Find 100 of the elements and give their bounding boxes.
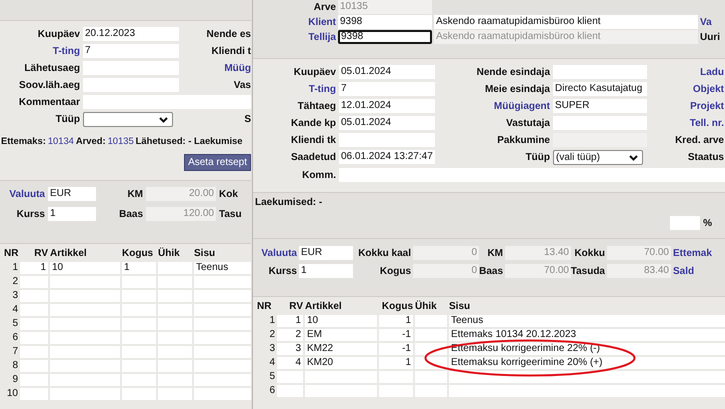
text-field[interactable] xyxy=(339,168,725,182)
table-cell[interactable] xyxy=(277,371,303,383)
table-cell[interactable] xyxy=(20,318,48,330)
table-cell[interactable] xyxy=(122,290,156,302)
field-link[interactable]: Sald xyxy=(673,264,694,278)
table-cell[interactable]: 2 xyxy=(277,329,303,341)
table-cell[interactable] xyxy=(20,388,48,400)
field-link[interactable]: Va xyxy=(700,16,712,28)
table-cell[interactable]: 3 xyxy=(277,343,303,355)
table-cell[interactable]: 4 xyxy=(277,357,303,369)
table-cell[interactable] xyxy=(50,318,120,330)
table-cell[interactable] xyxy=(415,315,447,327)
field-link[interactable]: T-ting xyxy=(308,82,336,96)
field-link[interactable]: Ettemak xyxy=(673,246,712,260)
table-cell[interactable] xyxy=(158,346,192,358)
text-field[interactable]: EUR xyxy=(299,246,353,260)
table-cell[interactable]: 10 xyxy=(50,262,120,274)
table-cell[interactable] xyxy=(305,385,377,397)
table-cell[interactable] xyxy=(50,360,120,372)
table-cell[interactable]: 1 xyxy=(277,315,303,327)
table-cell[interactable] xyxy=(50,346,120,358)
table-cell[interactable] xyxy=(158,276,192,288)
field-link[interactable]: Valuuta xyxy=(9,188,45,200)
text-field[interactable]: 20.12.2023 xyxy=(83,27,179,41)
field-link[interactable]: Müüg xyxy=(224,62,251,74)
table-cell[interactable] xyxy=(415,329,447,341)
table-cell[interactable]: KM22 xyxy=(305,343,377,355)
table-cell[interactable]: 10 xyxy=(305,315,377,327)
field-link[interactable]: Müügiagent xyxy=(494,100,550,112)
field-link[interactable]: Valuuta xyxy=(261,246,297,260)
text-field[interactable]: SUPER xyxy=(553,99,647,113)
table-cell[interactable] xyxy=(158,374,192,386)
table-cell[interactable] xyxy=(158,388,192,400)
table-cell[interactable] xyxy=(50,276,120,288)
dropdown[interactable] xyxy=(83,112,173,127)
table-cell[interactable] xyxy=(449,371,725,383)
field-link[interactable]: Objekt xyxy=(692,82,725,96)
table-cell[interactable] xyxy=(194,304,251,316)
table-cell[interactable] xyxy=(379,371,413,383)
table-cell[interactable] xyxy=(194,276,251,288)
table-cell[interactable] xyxy=(50,332,120,344)
table-cell[interactable] xyxy=(50,290,120,302)
table-cell[interactable] xyxy=(20,332,48,344)
table-cell[interactable] xyxy=(277,385,303,397)
table-cell[interactable] xyxy=(122,360,156,372)
table-cell[interactable]: Ettemaks 10134 20.12.2023 xyxy=(449,329,725,341)
table-cell[interactable] xyxy=(194,346,251,358)
table-cell[interactable] xyxy=(122,304,156,316)
text-field[interactable] xyxy=(553,65,647,79)
table-cell[interactable] xyxy=(20,346,48,358)
table-cell[interactable] xyxy=(50,374,120,386)
text-field[interactable]: 7 xyxy=(83,44,179,58)
table-cell[interactable] xyxy=(20,374,48,386)
table-cell[interactable] xyxy=(415,371,447,383)
text-field[interactable] xyxy=(83,95,251,109)
text-field[interactable]: 1 xyxy=(48,207,96,221)
table-cell[interactable] xyxy=(122,388,156,400)
text-field[interactable]: 9398 xyxy=(338,15,432,29)
text-field[interactable]: 12.01.2024 xyxy=(339,99,435,113)
table-cell[interactable] xyxy=(194,360,251,372)
table-cell[interactable] xyxy=(194,374,251,386)
table-cell[interactable]: 1 xyxy=(379,315,413,327)
text-field[interactable] xyxy=(339,133,435,147)
field-link[interactable]: Projekt xyxy=(690,100,725,112)
text-field[interactable] xyxy=(83,61,179,75)
table-cell[interactable]: 1 xyxy=(122,262,156,274)
field-link[interactable]: T-ting xyxy=(52,44,80,58)
table-cell[interactable] xyxy=(50,304,120,316)
table-cell[interactable] xyxy=(122,318,156,330)
text-field[interactable]: 05.01.2024 xyxy=(339,65,435,79)
text-field[interactable]: Askendo raamatupidamisbüroo klient xyxy=(434,15,698,29)
table-cell[interactable] xyxy=(449,385,725,397)
table-cell[interactable] xyxy=(20,290,48,302)
table-cell[interactable]: Teenus xyxy=(194,262,251,274)
table-cell[interactable] xyxy=(158,262,192,274)
field-link[interactable]: Tell. nr. xyxy=(690,116,725,130)
text-field[interactable] xyxy=(553,116,647,130)
table-cell[interactable] xyxy=(20,304,48,316)
table-cell[interactable]: Teenus xyxy=(449,315,725,327)
table-cell[interactable] xyxy=(194,332,251,344)
table-cell[interactable]: 1 xyxy=(20,262,48,274)
table-cell[interactable] xyxy=(194,318,251,330)
text-field[interactable]: EUR xyxy=(48,187,96,201)
table-cell[interactable]: -1 xyxy=(379,343,413,355)
text-field[interactable]: Directo Kasutajatug xyxy=(553,82,647,96)
table-cell[interactable] xyxy=(50,388,120,400)
table-cell[interactable] xyxy=(379,385,413,397)
table-cell[interactable] xyxy=(305,371,377,383)
document-link[interactable]: 10134 xyxy=(48,135,74,146)
text-field[interactable]: 1 xyxy=(299,264,353,278)
text-field[interactable]: 06.01.2024 13:27:47 xyxy=(339,150,435,164)
table-cell[interactable] xyxy=(194,388,251,400)
table-cell[interactable] xyxy=(415,385,447,397)
aseta-retsept-button[interactable]: Aseta retsept xyxy=(184,154,251,171)
table-cell[interactable] xyxy=(122,276,156,288)
table-cell[interactable] xyxy=(158,290,192,302)
dropdown[interactable]: (vali tüüp) xyxy=(553,150,643,165)
percent-field[interactable] xyxy=(670,216,700,230)
table-cell[interactable] xyxy=(20,276,48,288)
text-field[interactable] xyxy=(83,78,179,92)
